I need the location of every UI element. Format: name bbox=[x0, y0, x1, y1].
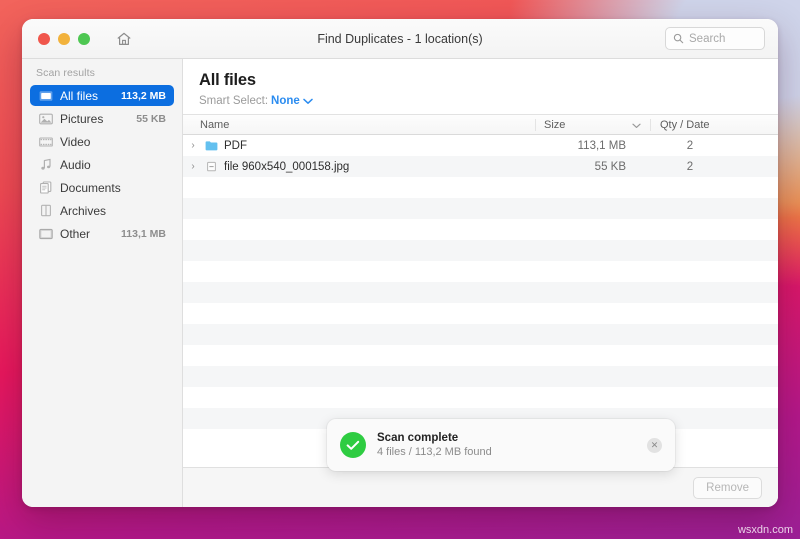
toast-text: Scan complete 4 files / 113,2 MB found bbox=[377, 432, 636, 458]
sidebar-item-pictures[interactable]: Pictures 55 KB bbox=[30, 108, 174, 129]
app-window: Find Duplicates - 1 location(s) Search S… bbox=[22, 19, 778, 507]
column-header-size-label: Size bbox=[544, 118, 566, 131]
sidebar-item-all-files[interactable]: All files 113,2 MB bbox=[30, 85, 174, 106]
music-note-icon bbox=[39, 158, 53, 172]
action-footer: Remove bbox=[183, 467, 778, 507]
column-header-name[interactable]: Name bbox=[183, 119, 535, 131]
row-name-text: PDF bbox=[224, 139, 247, 152]
main-header: All files Smart Select: None bbox=[183, 59, 778, 114]
sidebar-item-label: Other bbox=[60, 226, 91, 241]
folder-icon bbox=[205, 141, 218, 151]
row-name-cell: › PDF bbox=[183, 140, 535, 152]
empty-table-row bbox=[183, 366, 778, 387]
maximize-window-button[interactable] bbox=[78, 32, 90, 45]
row-qty-cell: 2 bbox=[686, 160, 694, 173]
file-icon bbox=[207, 161, 216, 172]
chevron-down-icon bbox=[632, 123, 641, 128]
sidebar-item-size: 113,2 MB bbox=[121, 89, 166, 102]
column-header-size[interactable]: Size bbox=[535, 118, 650, 131]
sidebar-heading: Scan results bbox=[36, 67, 95, 79]
traffic-lights bbox=[38, 32, 90, 45]
page-title: All files bbox=[199, 71, 256, 89]
close-icon[interactable]: ✕ bbox=[647, 437, 662, 453]
empty-table-row bbox=[183, 240, 778, 261]
expand-row-button[interactable]: › bbox=[187, 161, 199, 172]
empty-table-row bbox=[183, 387, 778, 408]
check-circle-icon bbox=[340, 432, 366, 458]
home-icon bbox=[117, 32, 131, 45]
window-titlebar[interactable]: Find Duplicates - 1 location(s) Search bbox=[22, 19, 778, 59]
home-button[interactable] bbox=[112, 27, 136, 51]
table-header: Name Size Qty / Date bbox=[183, 114, 778, 135]
search-icon bbox=[673, 33, 684, 44]
search-field[interactable]: Search bbox=[665, 27, 765, 50]
sidebar-item-label: Pictures bbox=[60, 111, 104, 126]
toast-title: Scan complete bbox=[377, 432, 459, 444]
empty-table-row bbox=[183, 303, 778, 324]
row-name-cell: › file 960x540_000158.jpg bbox=[183, 161, 535, 173]
row-size-cell: 113,1 MB bbox=[577, 139, 626, 152]
sidebar-item-label: All files bbox=[60, 88, 99, 103]
watermark: wsxdn.com bbox=[737, 524, 793, 536]
sidebar-item-other[interactable]: Other 113,1 MB bbox=[30, 223, 174, 244]
row-qty-cell: 2 bbox=[686, 139, 694, 152]
picture-icon bbox=[39, 112, 53, 126]
sidebar-item-documents[interactable]: Documents bbox=[30, 177, 174, 198]
row-name-text: file 960x540_000158.jpg bbox=[224, 160, 350, 173]
search-placeholder: Search bbox=[689, 32, 726, 45]
smart-select-label: Smart Select: bbox=[199, 95, 269, 107]
sidebar-item-label: Audio bbox=[60, 157, 91, 172]
remove-button[interactable]: Remove bbox=[693, 476, 762, 499]
documents-icon bbox=[39, 181, 53, 195]
sidebar-item-video[interactable]: Video bbox=[30, 131, 174, 152]
sidebar-item-audio[interactable]: Audio bbox=[30, 154, 174, 175]
film-icon bbox=[39, 135, 53, 149]
sidebar-item-label: Archives bbox=[60, 203, 107, 218]
empty-table-row bbox=[183, 177, 778, 198]
sidebar-item-label: Documents bbox=[60, 180, 121, 195]
close-window-button[interactable] bbox=[38, 32, 50, 45]
toast-subtitle: 4 files / 113,2 MB found bbox=[377, 446, 492, 458]
smart-select-row[interactable]: Smart Select: None bbox=[199, 95, 778, 107]
sidebar-item-size: 55 KB bbox=[136, 112, 166, 125]
archive-icon bbox=[39, 204, 53, 218]
sidebar: Scan results All files 113,2 MB Pictures… bbox=[22, 59, 183, 507]
smart-select-value: None bbox=[271, 95, 300, 107]
table-row[interactable]: › PDF 113,1 MB 2 bbox=[183, 135, 778, 156]
sidebar-item-size: 113,1 MB bbox=[121, 227, 166, 240]
other-icon bbox=[39, 227, 53, 241]
row-size-cell: 55 KB bbox=[594, 160, 626, 173]
empty-table-row bbox=[183, 219, 778, 240]
desktop-background: Find Duplicates - 1 location(s) Search S… bbox=[0, 0, 800, 539]
table-row[interactable]: › file 960x540_000158.jpg 55 KB 2 bbox=[183, 156, 778, 177]
column-header-qty-date[interactable]: Qty / Date bbox=[650, 118, 778, 131]
file-table-body[interactable]: › PDF 113,1 MB 2 › file 960x540_000158.j… bbox=[183, 135, 778, 467]
minimize-window-button[interactable] bbox=[58, 32, 70, 45]
chevron-down-icon bbox=[303, 98, 313, 104]
empty-table-row bbox=[183, 198, 778, 219]
empty-table-row bbox=[183, 324, 778, 345]
empty-table-row bbox=[183, 282, 778, 303]
sidebar-item-label: Video bbox=[60, 134, 91, 149]
scan-complete-toast: Scan complete 4 files / 113,2 MB found ✕ bbox=[327, 419, 675, 471]
sidebar-item-archives[interactable]: Archives bbox=[30, 200, 174, 221]
all-files-icon bbox=[39, 89, 53, 103]
empty-table-row bbox=[183, 261, 778, 282]
expand-row-button[interactable]: › bbox=[187, 140, 199, 151]
empty-rows-container bbox=[183, 177, 778, 450]
empty-table-row bbox=[183, 345, 778, 366]
